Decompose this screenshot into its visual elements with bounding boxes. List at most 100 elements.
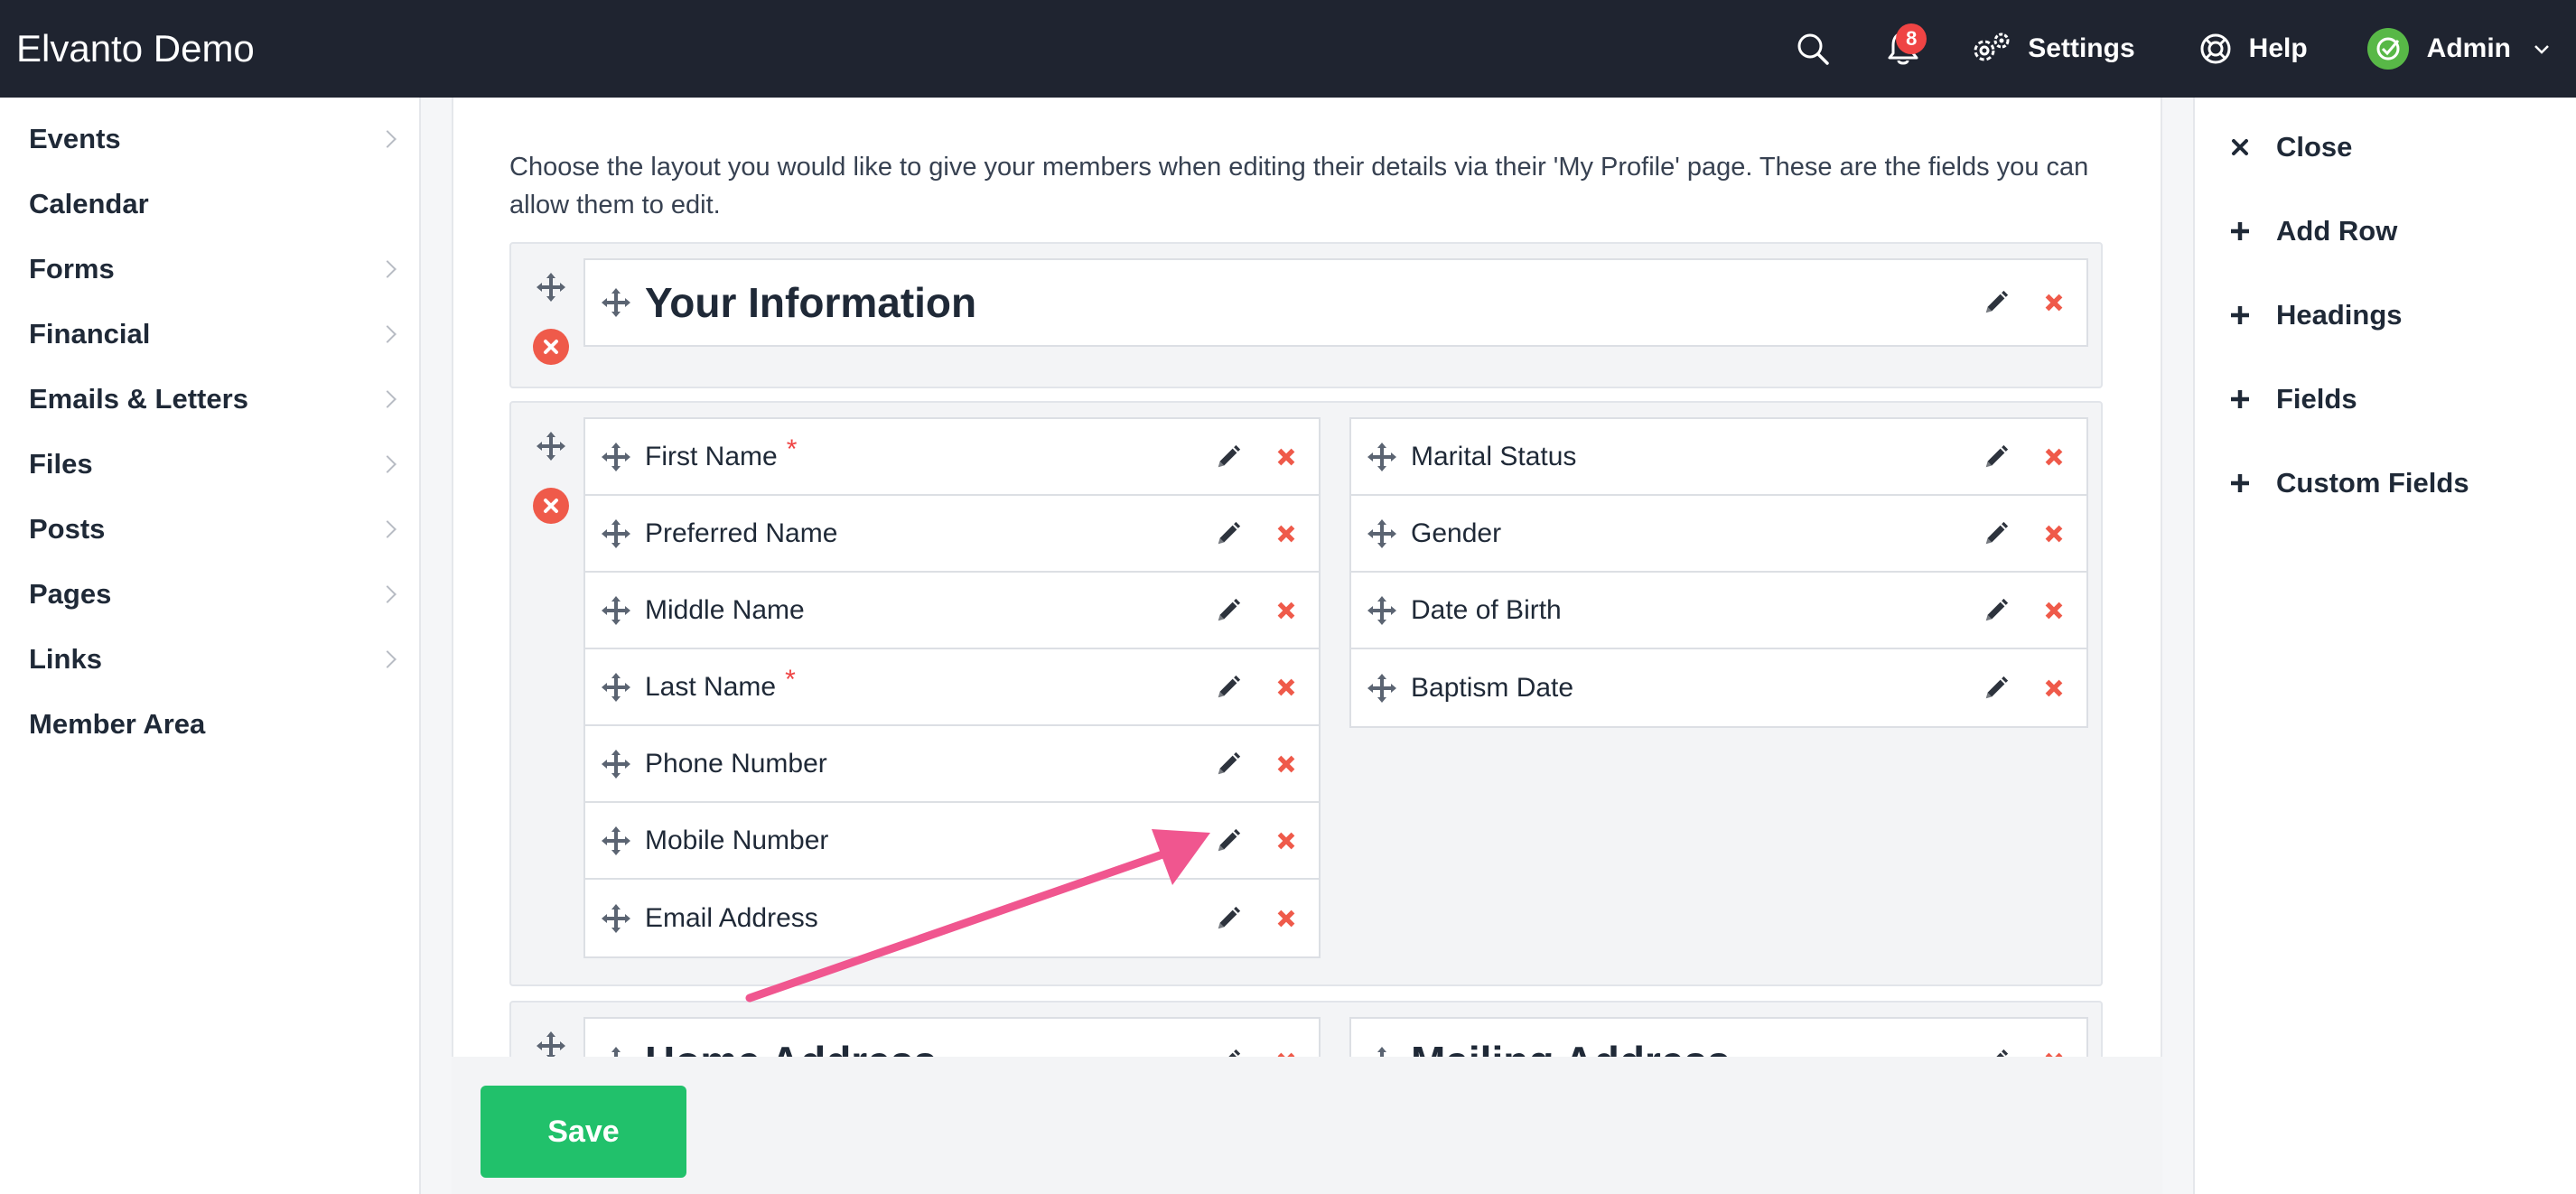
pencil-icon [1215, 443, 1242, 471]
move-handle[interactable] [600, 441, 632, 473]
chevron-right-icon [378, 130, 397, 148]
user-label: Admin [2426, 33, 2511, 63]
panel-item-label: Close [2276, 130, 2353, 163]
chevron-right-icon [378, 260, 397, 278]
sidebar-item-label: Member Area [29, 708, 206, 740]
delete-icon [1273, 751, 1300, 778]
delete-button[interactable] [2034, 668, 2074, 708]
field-actions [1190, 726, 1306, 801]
delete-button[interactable] [2034, 283, 2074, 322]
edit-button[interactable] [1976, 437, 2016, 477]
panel-item-fields[interactable]: Fields [2195, 357, 2576, 441]
edit-button[interactable] [1976, 283, 2016, 322]
sidebar-item-posts[interactable]: Posts [0, 497, 419, 562]
sidebar-item-calendar[interactable]: Calendar [0, 172, 419, 237]
sidebar-item-emails-letters[interactable]: Emails & Letters [0, 367, 419, 432]
delete-icon [1273, 827, 1300, 854]
delete-button[interactable] [2034, 591, 2074, 630]
close-icon [544, 340, 558, 354]
settings-button[interactable]: Settings [1970, 31, 2135, 67]
chevron-right-icon [378, 390, 397, 408]
row-fields: First Name * Preferred Name Middle Name Last… [509, 401, 2103, 986]
delete-button[interactable] [1266, 591, 1306, 630]
help-button[interactable]: Help [2198, 32, 2308, 66]
move-icon [600, 286, 632, 319]
plus-icon [2231, 389, 2249, 408]
edit-button[interactable] [1209, 514, 1248, 554]
panel-item-custom-fields[interactable]: Custom Fields [2195, 441, 2576, 525]
edit-button[interactable] [1209, 744, 1248, 784]
delete-icon [2040, 520, 2067, 547]
row-move-icon[interactable] [535, 271, 567, 303]
panel-item-close[interactable]: Close [2195, 105, 2576, 189]
field-actions [1958, 649, 2074, 726]
pencil-icon [1983, 443, 2010, 471]
sidebar-item-financial[interactable]: Financial [0, 302, 419, 367]
move-handle[interactable] [600, 518, 632, 550]
heading-actions [1958, 260, 2074, 345]
field-actions [1190, 573, 1306, 648]
plus-icon [2231, 305, 2249, 324]
edit-button[interactable] [1209, 821, 1248, 861]
sidebar-item-links[interactable]: Links [0, 627, 419, 692]
edit-button[interactable] [1976, 514, 2016, 554]
move-handle[interactable] [1366, 672, 1398, 704]
move-icon [600, 518, 632, 550]
remove-row-button[interactable] [533, 329, 569, 365]
save-button[interactable]: Save [481, 1086, 686, 1178]
delete-button[interactable] [1266, 667, 1306, 707]
edit-button[interactable] [1976, 591, 2016, 630]
row-tools [531, 271, 571, 365]
edit-button[interactable] [1209, 591, 1248, 630]
panel-item-headings[interactable]: Headings [2195, 273, 2576, 357]
delete-button[interactable] [1266, 899, 1306, 938]
delete-button[interactable] [1266, 821, 1306, 861]
sidebar: Events Calendar Forms Financial Emails & Let… [0, 98, 421, 1194]
move-handle[interactable] [600, 671, 632, 704]
notifications-button[interactable]: 8 [1876, 22, 1930, 76]
move-handle[interactable] [1366, 518, 1398, 550]
move-handle[interactable] [1366, 441, 1398, 473]
sidebar-item-pages[interactable]: Pages [0, 562, 419, 627]
delete-button[interactable] [1266, 437, 1306, 477]
edit-button[interactable] [1209, 667, 1248, 707]
chevron-right-icon [378, 650, 397, 668]
field-label: Preferred Name [645, 518, 838, 548]
sidebar-item-forms[interactable]: Forms [0, 237, 419, 302]
sidebar-item-label: Files [29, 448, 93, 480]
sidebar-item-member-area[interactable]: Member Area [0, 692, 419, 757]
panel-item-icon [2222, 388, 2258, 410]
move-handle[interactable] [600, 594, 632, 627]
delete-button[interactable] [2034, 514, 2074, 554]
move-handle[interactable] [1366, 594, 1398, 627]
search-button[interactable] [1786, 22, 1840, 76]
avatar [2366, 28, 2409, 70]
panel-item-add-row[interactable]: Add Row [2195, 189, 2576, 273]
user-menu-button[interactable]: Admin [2366, 28, 2551, 70]
chevron-down-icon [2534, 45, 2549, 54]
sidebar-item-files[interactable]: Files [0, 432, 419, 497]
edit-button[interactable] [1209, 899, 1248, 938]
remove-row-button[interactable] [533, 488, 569, 524]
avatar-logo-icon [2376, 37, 2400, 61]
delete-button[interactable] [2034, 437, 2074, 477]
app-title[interactable]: Elvanto Demo [16, 0, 255, 98]
sidebar-item-label: Financial [29, 318, 151, 350]
field-label: Gender [1411, 518, 1502, 548]
move-handle[interactable] [600, 902, 632, 935]
row-move-icon[interactable] [535, 430, 567, 462]
field-marital-status: Marital Status [1351, 419, 2086, 496]
intro-text: Choose the layout you would like to give… [509, 153, 2089, 219]
move-icon [600, 748, 632, 780]
field-preferred-name: Preferred Name [585, 496, 1319, 573]
move-handle[interactable] [600, 748, 632, 780]
field-actions [1958, 419, 2074, 494]
sidebar-item-events[interactable]: Events [0, 107, 419, 172]
move-handle[interactable] [600, 286, 632, 319]
edit-button[interactable] [1976, 668, 2016, 708]
edit-button[interactable] [1209, 437, 1248, 477]
move-handle[interactable] [600, 825, 632, 857]
delete-button[interactable] [1266, 514, 1306, 554]
pencil-icon [1983, 289, 2010, 316]
delete-button[interactable] [1266, 744, 1306, 784]
